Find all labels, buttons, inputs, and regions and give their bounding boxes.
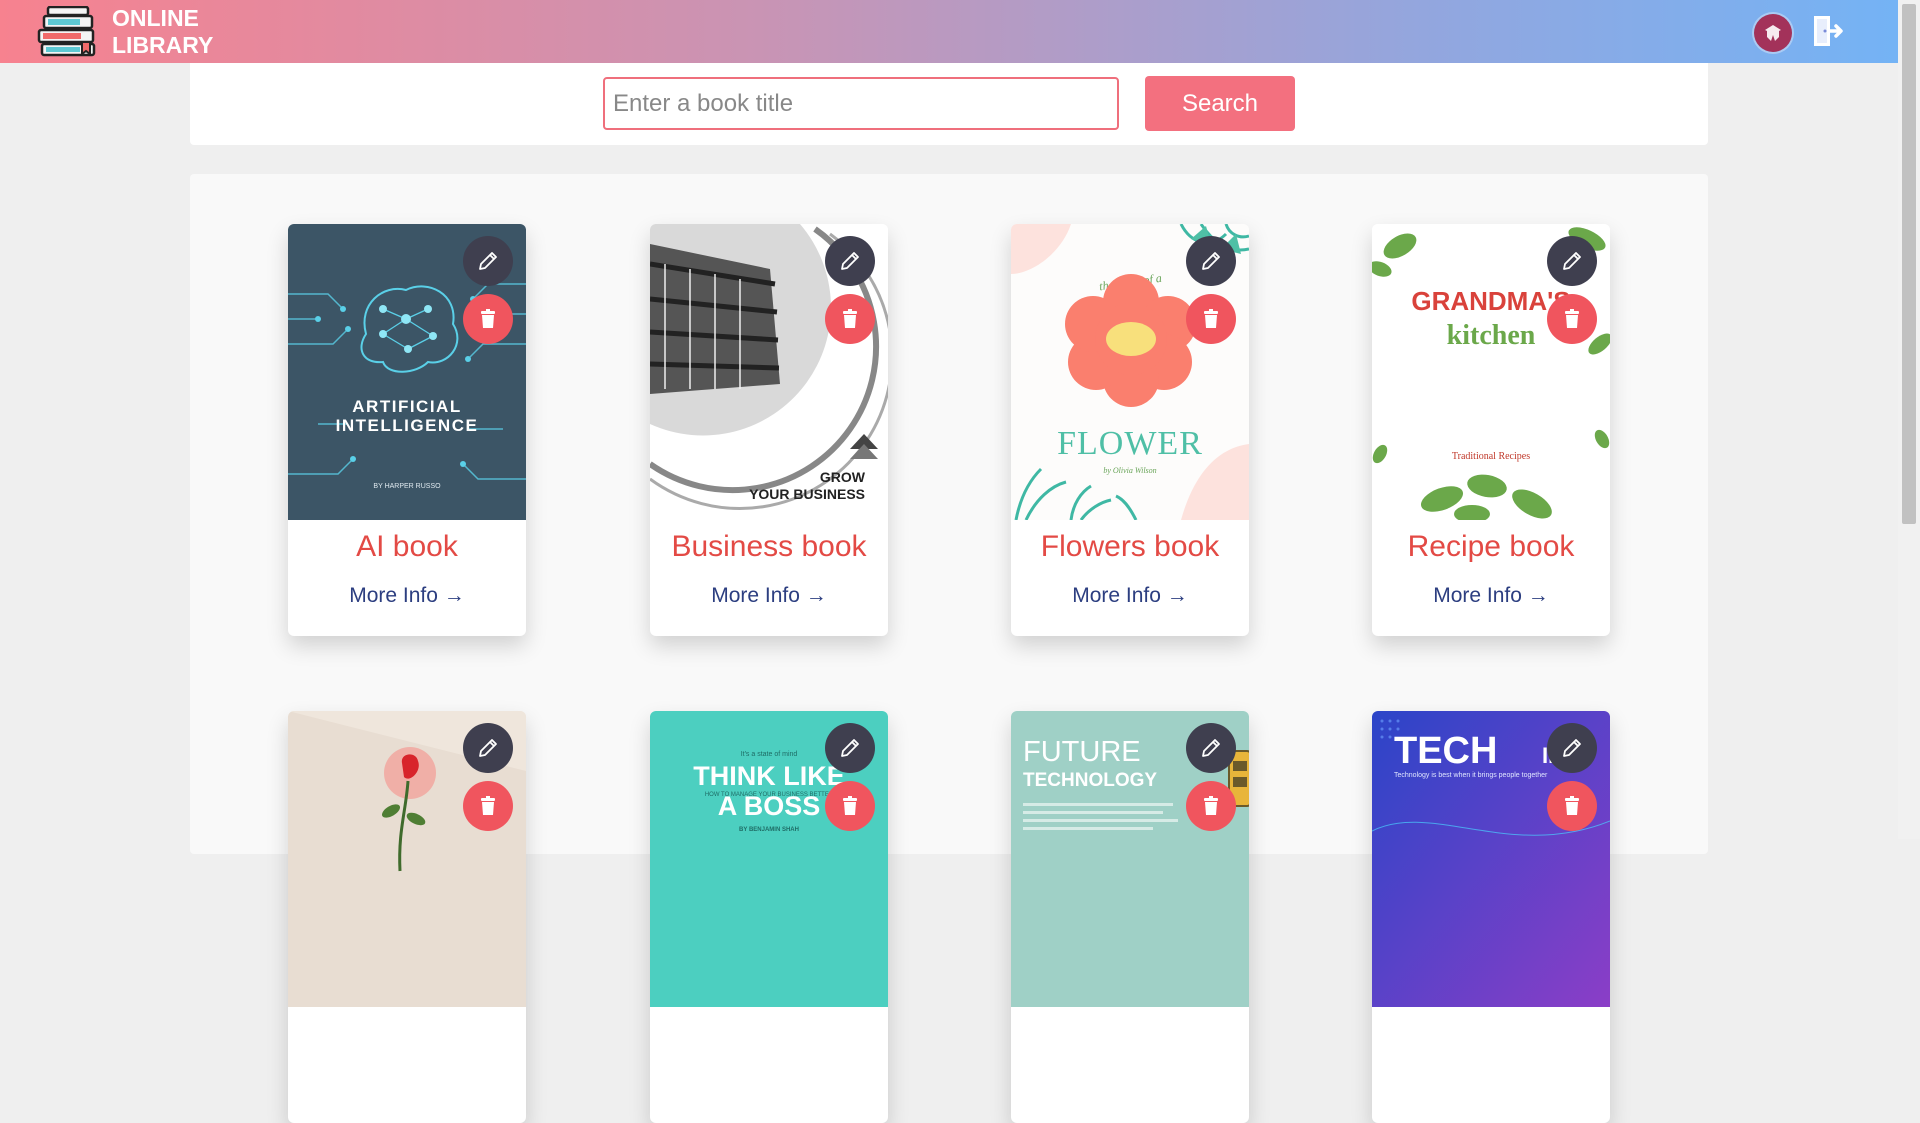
cover-subtitle: HOW TO MANAGE YOUR BUSINESS BETTER: [705, 792, 834, 798]
book-card: It's a state of mind THINK LIKE A BOSS H…: [650, 711, 888, 1123]
book-grid: ARTIFICIAL INTELLIGENCE BY HARPER RUSSO …: [190, 174, 1708, 1123]
user-avatar-icon[interactable]: [1754, 14, 1792, 52]
app-title-line2: LIBRARY: [112, 32, 214, 58]
cover-author: BY BENJAMIN SHAH: [739, 827, 799, 833]
edit-button[interactable]: [825, 236, 875, 286]
trash-icon: [1204, 309, 1218, 328]
delete-button[interactable]: [463, 781, 513, 831]
pencil-icon: [479, 739, 497, 757]
trash-icon: [1204, 796, 1218, 815]
delete-button[interactable]: [825, 781, 875, 831]
pencil-icon: [1563, 739, 1581, 757]
cover-heading-line1: THINK LIKE: [693, 761, 845, 791]
pencil-icon: [479, 252, 497, 270]
delete-button[interactable]: [1547, 781, 1597, 831]
cover-author: BY HARPER RUSSO: [373, 483, 441, 490]
pencil-icon: [841, 739, 859, 757]
cover-heading-line2: INTELLIGENCE: [336, 416, 479, 435]
delete-button[interactable]: [1186, 294, 1236, 344]
cover-subtitle: Technology is best when it brings people…: [1394, 772, 1548, 779]
delete-button[interactable]: [825, 294, 875, 344]
cover-heading-line1: ARTIFICIAL: [352, 397, 461, 416]
search-input[interactable]: [603, 77, 1119, 130]
trash-icon: [481, 796, 495, 815]
more-info-link[interactable]: More Info →: [1372, 584, 1610, 608]
cover-heading-line1: GRANDMA'S: [1411, 286, 1570, 316]
cover-heading-line2: YOUR BUSINESS: [749, 486, 865, 502]
edit-button[interactable]: [1547, 236, 1597, 286]
book-card: the story of a FLOWER by Olivia Wilson: [1011, 224, 1249, 636]
scrollbar-thumb[interactable]: [1902, 4, 1916, 524]
app-title[interactable]: ONLINE LIBRARY: [112, 5, 213, 59]
edit-button[interactable]: [463, 236, 513, 286]
cover-author: by Olivia Wilson: [1103, 466, 1156, 475]
search-button[interactable]: Search: [1145, 76, 1295, 131]
book-title[interactable]: Business book: [650, 530, 888, 564]
book-card: GRANDMA'S kitchen Traditional Recipes Re…: [1372, 224, 1610, 636]
logout-door-icon[interactable]: [1810, 13, 1846, 49]
delete-button[interactable]: [1186, 781, 1236, 831]
cover-heading-line1: TECH: [1394, 730, 1497, 772]
app-header: ONLINE LIBRARY: [0, 0, 1898, 63]
delete-button[interactable]: [1547, 294, 1597, 344]
book-card: TECH IN Technology is best when it bring…: [1372, 711, 1610, 1123]
page-scrollbar[interactable]: [1898, 0, 1920, 839]
cover-heading-line2: TECHNOLOGY: [1023, 770, 1157, 791]
pencil-icon: [1563, 252, 1581, 270]
search-panel: Search: [190, 63, 1708, 145]
book-title[interactable]: Flowers book: [1011, 530, 1249, 564]
cover-subtitle: Traditional Recipes: [1452, 451, 1530, 462]
cover-heading-line2: kitchen: [1447, 320, 1536, 351]
edit-button[interactable]: [1547, 723, 1597, 773]
cover-heading-line1: GROW: [820, 469, 866, 485]
pencil-icon: [841, 252, 859, 270]
more-info-link[interactable]: More Info →: [1011, 584, 1249, 608]
trash-icon: [1565, 796, 1579, 815]
book-card: [288, 711, 526, 1123]
edit-button[interactable]: [463, 723, 513, 773]
trash-icon: [843, 309, 857, 328]
cover-heading: FLOWER: [1057, 425, 1203, 462]
book-title[interactable]: Recipe book: [1372, 530, 1610, 564]
pencil-icon: [1202, 252, 1220, 270]
edit-button[interactable]: [1186, 723, 1236, 773]
app-title-line1: ONLINE: [112, 5, 199, 31]
more-info-link[interactable]: More Info →: [650, 584, 888, 608]
pencil-icon: [1202, 739, 1220, 757]
trash-icon: [1565, 309, 1579, 328]
book-card: ARTIFICIAL INTELLIGENCE BY HARPER RUSSO …: [288, 224, 526, 636]
cover-heading-line1: FUTURE: [1023, 736, 1141, 768]
more-info-link[interactable]: More Info →: [288, 584, 526, 608]
book-title[interactable]: AI book: [288, 530, 526, 564]
book-card: FUTURE TECHNOLOGY: [1011, 711, 1249, 1123]
book-card: GROW YOUR BUSINESS Business book More In…: [650, 224, 888, 636]
edit-button[interactable]: [1186, 236, 1236, 286]
books-stack-icon[interactable]: [36, 6, 100, 58]
trash-icon: [481, 309, 495, 328]
delete-button[interactable]: [463, 294, 513, 344]
cover-tagline: It's a state of mind: [741, 751, 798, 758]
edit-button[interactable]: [825, 723, 875, 773]
trash-icon: [843, 796, 857, 815]
